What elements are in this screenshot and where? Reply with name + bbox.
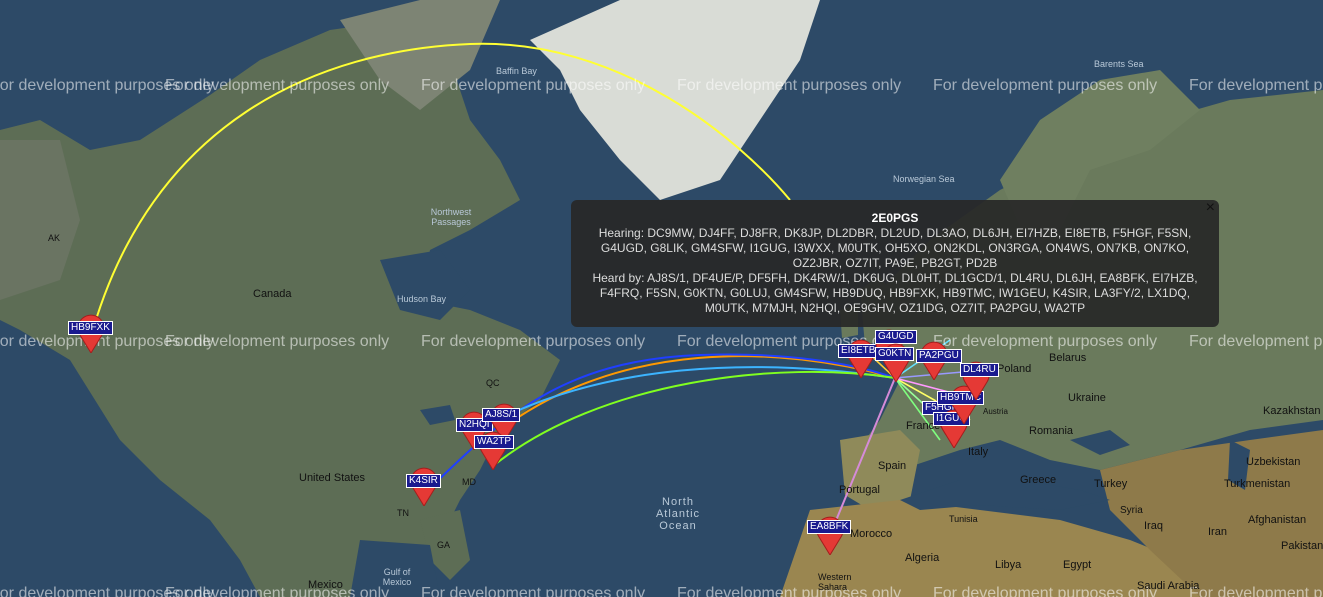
watermark: For development purposes only xyxy=(165,585,390,597)
marker-callsign[interactable]: PA2PGU xyxy=(916,349,962,363)
place-label-kazakhstan: Kazakhstan xyxy=(1263,405,1321,417)
place-label-ak: AK xyxy=(48,233,61,243)
map-canvas[interactable]: For development purposes only For develo… xyxy=(0,0,1323,597)
place-label-libya: Libya xyxy=(995,559,1022,571)
watermark: For development purposes only xyxy=(421,77,646,94)
place-label-uzbekistan: Uzbekistan xyxy=(1246,456,1301,468)
place-label-iraq: Iraq xyxy=(1144,520,1163,532)
popup-heard-by-list: Heard by: AJ8S/1, DF4UE/P, DF5FH, DK4RW/… xyxy=(592,271,1198,315)
sea-label-hudson-bay: Hudson Bay xyxy=(397,294,447,304)
place-label-poland: Poland xyxy=(997,363,1032,375)
watermark: For development purposes only xyxy=(1189,333,1323,350)
watermark: For development purposes only xyxy=(421,585,646,597)
close-icon[interactable]: × xyxy=(1206,200,1215,216)
marker-callsign[interactable]: G0KTN xyxy=(875,347,915,361)
place-label-turkey: Turkey xyxy=(1094,478,1128,490)
marker-callsign[interactable]: K4SIR xyxy=(406,474,441,488)
place-label-algeria: Algeria xyxy=(905,552,940,564)
station-info-popup: × 2E0PGS Hearing: DC9MW, DJ4FF, DJ8FR, D… xyxy=(571,200,1219,327)
place-label-iran: Iran xyxy=(1208,526,1227,538)
watermark: For development purposes only xyxy=(933,585,1158,597)
watermark: For development purposes only xyxy=(421,333,646,350)
place-label-tunisia: Tunisia xyxy=(949,514,978,524)
place-label-romania: Romania xyxy=(1029,425,1074,437)
place-label-morocco: Morocco xyxy=(850,528,893,540)
sea-label-gulf-of-mexico: Gulf of Mexico xyxy=(382,567,412,587)
place-label-syria: Syria xyxy=(1120,505,1143,516)
place-label-tn: TN xyxy=(397,508,409,518)
place-label-greece: Greece xyxy=(1020,474,1057,486)
sea-label-barents-sea: Barents Sea xyxy=(1094,59,1144,69)
popup-title: 2E0PGS xyxy=(871,211,919,225)
sea-label-baffin-bay: Baffin Bay xyxy=(496,66,537,76)
place-label-ga: GA xyxy=(437,540,451,550)
place-label-austria: Austria xyxy=(983,407,1008,416)
place-label-ukraine: Ukraine xyxy=(1068,392,1106,404)
watermark: For development purposes only xyxy=(677,77,902,94)
watermark: For development purposes only xyxy=(933,77,1158,94)
place-label-canada: Canada xyxy=(253,288,292,300)
watermark: For development purposes only xyxy=(1189,77,1323,94)
place-label-saudi-arabia: Saudi Arabia xyxy=(1137,580,1200,592)
sea-label-northwest-passages: Northwest Passages xyxy=(430,207,472,227)
place-label-md: MD xyxy=(462,477,476,487)
watermark: For development purposes only xyxy=(165,77,390,94)
place-label-afghanistan: Afghanistan xyxy=(1248,514,1307,526)
place-label-spain: Spain xyxy=(878,460,907,472)
watermark: For development purposes only xyxy=(165,333,390,350)
sea-label-norwegian-sea: Norwegian Sea xyxy=(893,174,955,184)
popup-hearing-list: Hearing: DC9MW, DJ4FF, DJ8FR, DK8JP, DL2… xyxy=(598,226,1192,270)
place-label-belarus: Belarus xyxy=(1049,352,1087,364)
place-label-pakistan: Pakistan xyxy=(1281,540,1323,552)
watermark: For development purposes only xyxy=(677,585,902,597)
place-label-western-sahara: Western Sahara xyxy=(818,572,852,592)
place-label-turkmenistan: Turkmenistan xyxy=(1224,478,1291,490)
place-label-qc: QC xyxy=(486,378,500,388)
ocean-label-north-atlantic: North Atlantic Ocean xyxy=(655,496,701,532)
place-label-united-states: United States xyxy=(299,472,366,484)
marker-callsign[interactable]: HB9FXK xyxy=(68,321,113,335)
marker-callsign[interactable]: AJ8S/1 xyxy=(482,408,521,422)
place-label-portugal: Portugal xyxy=(839,484,880,496)
marker-callsign[interactable]: EI8ETB xyxy=(838,344,879,358)
marker-callsign[interactable]: EA8BFK xyxy=(807,520,852,534)
watermark: For development purposes only xyxy=(1189,585,1323,597)
watermark: For development purposes only xyxy=(933,333,1158,350)
marker-callsign[interactable]: WA2TP xyxy=(474,435,515,449)
marker-callsign[interactable]: DL4RU xyxy=(960,363,999,377)
place-label-egypt: Egypt xyxy=(1063,559,1092,571)
place-label-mexico: Mexico xyxy=(308,579,343,591)
place-label-italy: Italy xyxy=(968,446,989,458)
